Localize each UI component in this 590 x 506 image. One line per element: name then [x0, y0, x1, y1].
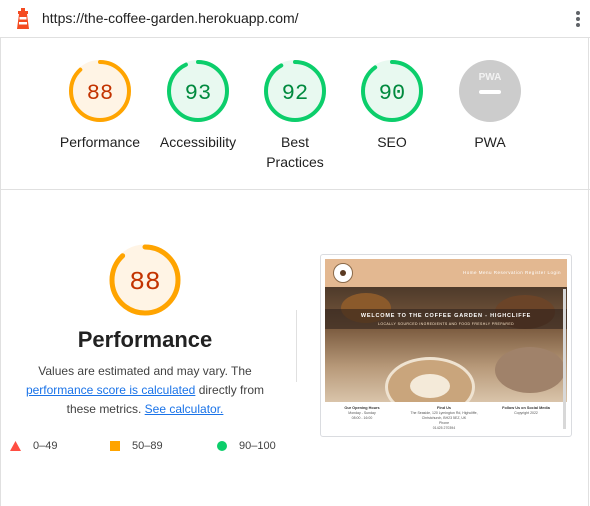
performance-section: 88 Performance Values are estimated and …: [0, 190, 590, 506]
score-value: 88: [87, 81, 113, 106]
legend-label: 50–89: [132, 440, 163, 452]
kebab-menu-icon[interactable]: [572, 10, 584, 30]
legend-average: 50–89: [110, 440, 163, 452]
gauge-accessibility[interactable]: 93 Accessibility: [148, 58, 248, 152]
gauge-label-best-practices: Best Practices: [266, 134, 324, 170]
gauge-label-performance: Performance: [59, 134, 141, 150]
gauge-best-practices[interactable]: 92 Best Practices: [245, 58, 345, 172]
score-value: 92: [282, 81, 308, 106]
performance-gauge-large[interactable]: 88: [107, 242, 183, 318]
screenshot-footer: Our Opening Hours Monday - Sunday 08:00 …: [325, 402, 567, 432]
score-ring: 92: [264, 60, 326, 122]
performance-title: Performance: [77, 327, 213, 352]
screenshot-navbar: Home Menu Reservation Register Login: [325, 259, 567, 287]
gauge-pwa[interactable]: PWA PWA: [440, 58, 540, 152]
performance-score-link[interactable]: performance score is calculated: [26, 383, 195, 397]
screenshot-scrollbar: [563, 289, 566, 429]
triangle-icon: [10, 441, 21, 451]
desc-text-1: Values are estimated and may vary. The: [38, 364, 252, 378]
screenshot-footer-social: Follow Us on Social Media Copyright 2022: [502, 406, 550, 415]
score-ring: 93: [167, 60, 229, 122]
screenshot-content: Home Menu Reservation Register Login WEL…: [325, 259, 567, 432]
screenshot-menu: Home Menu Reservation Register Login: [462, 270, 561, 275]
see-calculator-link[interactable]: See calculator.: [145, 402, 224, 416]
pwa-icon: PWA: [459, 60, 521, 122]
page-screenshot-thumbnail[interactable]: Home Menu Reservation Register Login WEL…: [320, 254, 572, 437]
score-value: 90: [379, 81, 405, 106]
coffee-logo-icon: [333, 263, 353, 283]
legend-pass: 90–100: [217, 440, 276, 452]
legend-label: 90–100: [239, 440, 276, 452]
pwa-badge-text: PWA: [479, 72, 502, 83]
screenshot-hero-title: WELCOME TO THE COFFEE GARDEN - HIGHCLIFF…: [360, 313, 532, 319]
gauge-performance[interactable]: 88 Performance: [50, 58, 150, 152]
score-value: 93: [185, 81, 211, 106]
gauge-label-seo: SEO: [377, 134, 407, 150]
screenshot-footer-location: Find Us The Seaside, 120 Lymington Rd, H…: [410, 406, 478, 430]
circle-icon: [217, 441, 227, 451]
lighthouse-icon: [17, 8, 29, 29]
score-ring: 88: [69, 60, 131, 122]
screenshot-hero-image: WELCOME TO THE COFFEE GARDEN - HIGHCLIFF…: [325, 287, 567, 402]
gauge-seo[interactable]: 90 SEO: [342, 58, 442, 152]
section-divider: [296, 310, 297, 382]
performance-score-value: 88: [129, 267, 160, 297]
screenshot-footer-hours: Our Opening Hours Monday - Sunday 08:00 …: [344, 406, 380, 420]
score-ring: 90: [361, 60, 423, 122]
square-icon: [110, 441, 120, 451]
gauge-label-accessibility: Accessibility: [159, 134, 237, 150]
report-url[interactable]: https://the-coffee-garden.herokuapp.com/: [42, 10, 299, 26]
legend-label: 0–49: [33, 440, 58, 452]
performance-description: Values are estimated and may vary. The p…: [18, 362, 272, 419]
report-url-bar: https://the-coffee-garden.herokuapp.com/: [0, 0, 590, 38]
gauge-label-pwa: PWA: [474, 134, 506, 150]
screenshot-hero-subtitle: LOCALLY SOURCED INGREDIENTS AND FOOD FRE…: [377, 322, 514, 326]
score-gauges: 88 Performance 93 Accessibility 92 Best …: [0, 38, 590, 190]
legend-fail: 0–49: [10, 440, 57, 452]
